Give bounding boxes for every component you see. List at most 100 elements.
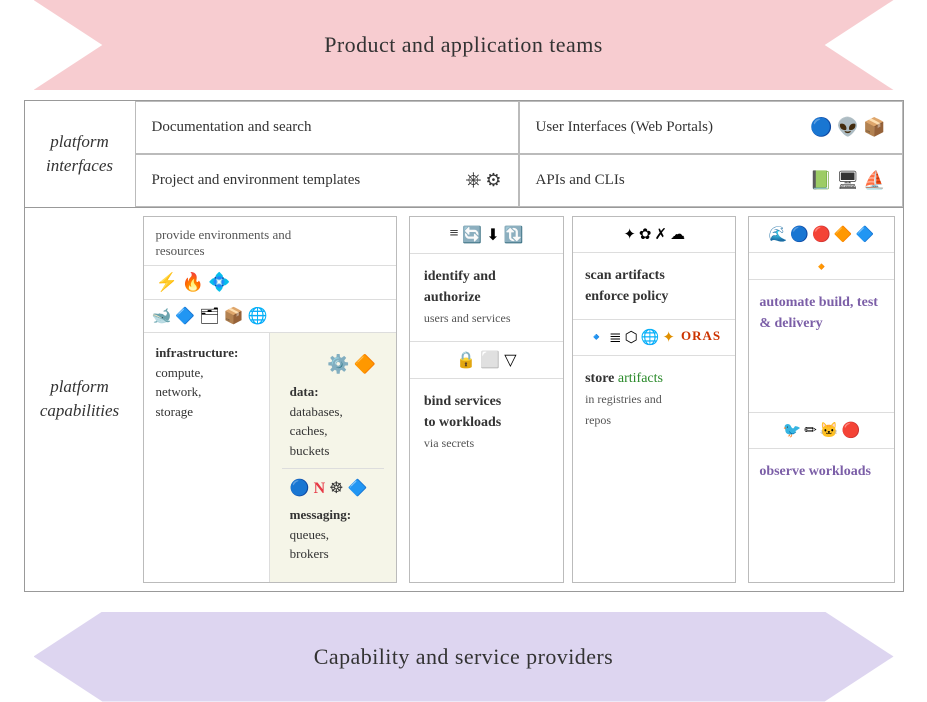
refresh-icon: 🔃: [504, 225, 524, 245]
automate-box: 🌊 🔵 🔴 🔶 🔷 🔸 automate build, test & deliv…: [748, 216, 894, 583]
pencil-icon: ✏: [804, 421, 817, 440]
bind-sub: via secrets: [424, 436, 474, 450]
blue-diamond-icon2: 🔷: [855, 225, 874, 244]
data-messaging-cell: ⚙️ 🔶 data: databases,caches,buckets 🔵 N: [270, 333, 396, 582]
terminal-icon: 🖥: [836, 170, 859, 191]
observe-label: observe workloads: [759, 464, 871, 479]
platform-capabilities-label: platformcapabilities: [25, 208, 135, 591]
book-icon: 📗: [810, 170, 832, 191]
sparkle-icon: ✦: [662, 328, 675, 347]
v-icon: 🔷: [175, 306, 195, 326]
lock-icon: 🔒: [456, 350, 476, 370]
list-icon: ≡: [449, 225, 458, 245]
store-top-icons: 🔹 ≣ ⬡ 🌐 ✦ ORAS: [573, 320, 735, 356]
bird-icon: 🐦: [783, 421, 802, 440]
data-label: data:: [290, 384, 319, 399]
globe-icon: 🌐: [248, 306, 268, 326]
helm-icon: 🔵: [810, 117, 832, 138]
bind-top-icons: 🔒 ⬜ ▽: [410, 342, 563, 379]
data-icons: ⚙️ 🔶: [290, 351, 376, 378]
red-circle-icon: 🔴: [812, 225, 831, 244]
project-templates-label: Project and environment templates: [152, 172, 361, 189]
bind-content: bind servicesto workloads via secrets: [410, 379, 563, 466]
scan-label: scan artifactsenforce policy: [585, 268, 668, 304]
top-icons-row: ⚡ 🔥 💠: [144, 266, 396, 300]
bottom-chevron-label: Capability and service providers: [314, 644, 613, 670]
automate-content: automate build, test & delivery: [749, 280, 893, 413]
platform-interfaces-label: platforminterfaces: [25, 101, 135, 207]
blue-small-icon: 🔹: [587, 328, 606, 347]
store-label: store artifacts: [585, 371, 663, 386]
folder-icon: 🗂: [199, 306, 219, 326]
capabilities-content: provide environments andresources ⚡ 🔥 💠 …: [135, 208, 903, 591]
observe-content: observe workloads: [749, 449, 893, 581]
auth-top-icons: ≡ 🔄 ⬇ 🔃: [410, 217, 563, 254]
apis-clis-icons: 📗 🖥 ⛵: [810, 170, 886, 191]
user-interfaces-label: User Interfaces (Web Portals): [536, 119, 713, 136]
wave-icon: 🌊: [769, 225, 788, 244]
helm-icon-2: ⎈: [465, 169, 481, 192]
automate-label: automate build, test & delivery: [759, 295, 878, 331]
project-templates-cell: Project and environment templates ⎈ ⚙: [135, 154, 519, 207]
infra-label: infrastructure:: [156, 345, 239, 360]
data-cell: ⚙️ 🔶 data: databases,caches,buckets: [282, 343, 384, 469]
auth-box: ≡ 🔄 ⬇ 🔃 identify and authorize users and…: [409, 216, 564, 583]
k8s-icon: ☸: [329, 477, 343, 501]
infra-data-box: provide environments andresources ⚡ 🔥 💠 …: [143, 216, 397, 583]
interfaces-grid: Documentation and search User Interfaces…: [135, 101, 903, 207]
cloud-icon: ☁: [670, 225, 685, 244]
messaging-cell: 🔵 N ☸ 🔷 messaging: queues,brokers: [282, 469, 384, 572]
messaging-icons: 🔵 N ☸ 🔷: [290, 477, 376, 501]
package-icon: 📦: [863, 117, 885, 138]
lines-icon: ≣: [609, 328, 622, 347]
bind-label: bind servicesto workloads: [424, 394, 501, 430]
platform-capabilities-row: platformcapabilities provide environment…: [25, 208, 903, 591]
automate-top-icons: 🌊 🔵 🔴 🔶 🔷: [749, 217, 893, 253]
store-sub: in registries andrepos: [585, 392, 662, 427]
small-orange-icon: 🔸: [811, 257, 831, 277]
auth-content: identify and authorize users and service…: [410, 254, 563, 342]
circle-blue-icon: 🔵: [290, 477, 310, 501]
infra-cell: infrastructure: compute,network,storage: [144, 333, 270, 582]
apis-clis-label: APIs and CLIs: [536, 172, 625, 189]
store-content: store artifacts in registries andrepos: [573, 356, 735, 443]
messaging-details: queues,brokers: [290, 527, 329, 562]
messaging-label: messaging:: [290, 507, 351, 522]
x-icon: ✗: [654, 225, 667, 244]
doc-search-label: Documentation and search: [152, 119, 312, 136]
data-details: databases,caches,buckets: [290, 404, 343, 458]
scan-content: scan artifactsenforce policy: [573, 253, 735, 320]
sail-icon: ⛵: [863, 170, 885, 191]
flower-icon: ✿: [639, 225, 652, 244]
whale-icon: 🐋: [152, 306, 172, 326]
extra-icon-row: 🔸: [749, 253, 893, 280]
identify-label: identify and authorize: [424, 269, 496, 305]
second-icons-row: 🐋 🔷 🗂 📦 🌐: [144, 300, 396, 333]
diagram-container: Product and application teams platformin…: [0, 0, 927, 702]
scan-box: ✦ ✿ ✗ ☁ scan artifactsenforce policy 🔹 ≣…: [572, 216, 736, 583]
top-chevron: Product and application teams: [34, 0, 894, 90]
user-interfaces-cell: User Interfaces (Web Portals) 🔵 👽 📦: [519, 101, 903, 154]
doc-search-cell: Documentation and search: [135, 101, 519, 154]
down-icon: ⬇: [486, 225, 499, 245]
diamond-icon: 💠: [208, 272, 230, 293]
bolt-icon: ⚡: [156, 272, 178, 293]
fire-icon: 🔥: [182, 272, 204, 293]
globe-small-icon: 🌐: [641, 328, 660, 347]
cat-icon: 🐱: [820, 421, 839, 440]
scan-top-icons: ✦ ✿ ✗ ☁: [573, 217, 735, 253]
n-icon: N: [314, 477, 326, 501]
gear-icon: ⚙️: [327, 351, 349, 378]
oras-label: ORAS: [681, 328, 721, 347]
observe-top-icons: 🐦 ✏ 🐱 🔴: [749, 413, 893, 449]
user-interfaces-icons: 🔵 👽 📦: [810, 117, 885, 138]
orange-diamond-icon: 🔶: [353, 351, 375, 378]
bottom-chevron: Capability and service providers: [34, 612, 894, 702]
blue-diamond-icon: 🔷: [348, 477, 368, 501]
hex-icon: ⬡: [625, 328, 638, 347]
top-chevron-label: Product and application teams: [324, 32, 603, 58]
sync-icon: 🔄: [462, 225, 482, 245]
settings-icon: ⚙: [485, 170, 501, 191]
square-icon: ⬜: [480, 350, 500, 370]
triangle-icon: ▽: [504, 350, 516, 370]
